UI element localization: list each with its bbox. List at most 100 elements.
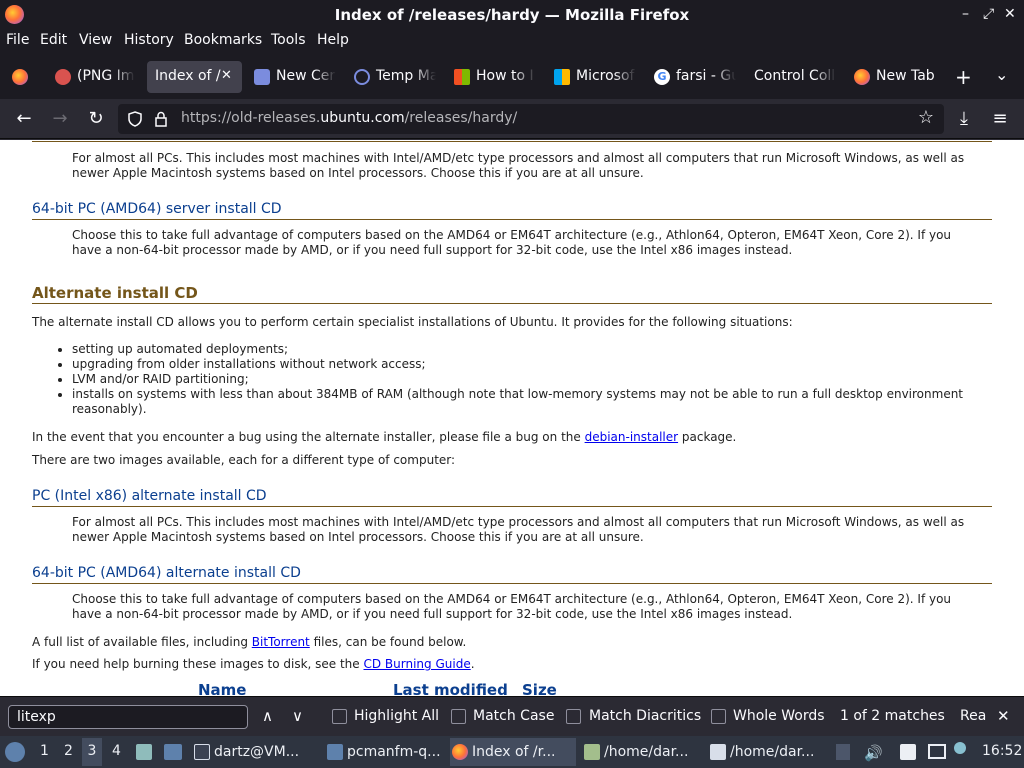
find-input[interactable] (8, 705, 248, 729)
list-item: upgrading from older installations witho… (72, 357, 972, 372)
puzzle-icon (254, 69, 270, 85)
taskbar-item-home-1[interactable]: /home/dar... (582, 738, 702, 766)
tab-control-coll[interactable]: Control Coll (754, 61, 836, 93)
match-diacritics-checkbox[interactable] (566, 709, 581, 724)
menu-bookmarks[interactable]: Bookmarks (184, 32, 262, 48)
list-item: setting up automated deployments; (72, 342, 972, 357)
forward-button[interactable]: → (48, 107, 72, 131)
shield-icon[interactable] (127, 111, 143, 127)
tab-temp-mail[interactable]: Temp Ma (354, 61, 436, 93)
bookmark-star-icon[interactable]: ☆ (918, 107, 934, 128)
find-bar: ∧ ∨ Highlight All Match Case Match Diacr… (0, 696, 1024, 736)
tab-label: Index of / (155, 68, 221, 84)
scroll-tray-icon[interactable] (836, 744, 850, 760)
column-header-name[interactable]: Name (198, 683, 246, 697)
column-header-last-modified[interactable]: Last modified (393, 683, 508, 697)
system-taskbar: 1 2 3 4 dartz@VM... pcmanfm-q... Index o… (0, 736, 1024, 768)
match-diacritics-label[interactable]: Match Diacritics (589, 708, 701, 724)
heading-alternate-install-cd: Alternate install CD (32, 286, 992, 304)
tab-microsoft[interactable]: Microsof (554, 61, 636, 93)
cd-burning-guide-link[interactable]: CD Burning Guide (364, 657, 471, 671)
folder-icon (327, 744, 343, 760)
navigation-bar: ← → ↻ https://old-releases.ubuntu.com/re… (0, 99, 1024, 139)
minimize-button[interactable]: – (962, 6, 969, 22)
bug-paragraph: In the event that you encounter a bug us… (32, 430, 737, 444)
firefox-view-icon (12, 69, 28, 85)
workspace-1[interactable]: 1 (40, 743, 49, 759)
link-amd64-server-cd[interactable]: 64-bit PC (AMD64) server install CD (32, 202, 992, 220)
menu-file[interactable]: File (6, 32, 29, 48)
url-bar[interactable]: https://old-releases.ubuntu.com/releases… (118, 104, 944, 134)
app-menu-button[interactable]: ≡ (988, 107, 1012, 131)
column-header-size[interactable]: Size (522, 683, 557, 697)
find-next-button[interactable]: ∨ (292, 707, 303, 725)
whole-words-checkbox[interactable] (711, 709, 726, 724)
full-list-paragraph: A full list of available files, includin… (32, 635, 467, 649)
new-tab-button[interactable]: + (955, 65, 972, 89)
network-icon[interactable] (928, 744, 946, 759)
text-editor-icon (710, 744, 726, 760)
link-x86-alternate-cd[interactable]: PC (Intel x86) alternate install CD (32, 489, 992, 507)
desc-x86-server: For almost all PCs. This includes most m… (72, 151, 965, 180)
tab-png-image[interactable]: (PNG Im (55, 61, 135, 93)
workspace-4[interactable]: 4 (112, 743, 121, 759)
url-text[interactable]: https://old-releases.ubuntu.com/releases… (181, 110, 517, 126)
taskbar-item-label: /home/dar... (730, 744, 815, 760)
highlight-all-label[interactable]: Highlight All (354, 708, 439, 724)
list-item: LVM and/or RAID partitioning; (72, 372, 972, 387)
lock-icon[interactable] (154, 111, 168, 127)
tab-farsi-google[interactable]: G farsi - Gu (654, 61, 736, 93)
whole-words-label[interactable]: Whole Words (733, 708, 825, 724)
show-desktop-icon[interactable] (164, 744, 182, 760)
find-reached-status: Rea (960, 708, 987, 724)
tab-new-tab[interactable]: New Tab (854, 61, 936, 93)
match-case-checkbox[interactable] (451, 709, 466, 724)
match-case-label[interactable]: Match Case (473, 708, 554, 724)
desc-amd64-server: Choose this to take full advantage of co… (72, 228, 952, 257)
link-amd64-alternate-cd[interactable]: 64-bit PC (AMD64) alternate install CD (32, 566, 992, 584)
desc-amd64-alternate: Choose this to take full advantage of co… (72, 592, 952, 621)
reload-button[interactable]: ↻ (84, 107, 108, 131)
bittorrent-link[interactable]: BitTorrent (252, 635, 310, 649)
notification-icon[interactable] (954, 742, 966, 754)
tab-new-cert[interactable]: New Cer (254, 61, 336, 93)
highlight-all-checkbox[interactable] (332, 709, 347, 724)
find-close-button[interactable]: ✕ (997, 707, 1010, 725)
downloads-button[interactable]: ⤓ (952, 107, 976, 131)
at-sign-icon (354, 69, 370, 85)
terminal-icon (194, 744, 210, 760)
list-all-tabs-button[interactable]: ⌄ (995, 65, 1008, 84)
taskbar-item-firefox[interactable]: Index of /r... (450, 738, 576, 766)
burn-paragraph: If you need help burning these images to… (32, 657, 475, 671)
menu-bar: File Edit View History Bookmarks Tools H… (0, 29, 1024, 53)
taskbar-item-pcmanfm[interactable]: pcmanfm-q... (325, 738, 445, 766)
clipboard-icon[interactable] (900, 744, 916, 760)
menu-help[interactable]: Help (317, 32, 349, 48)
volume-icon[interactable]: 🔊 (864, 744, 883, 762)
tab-index-hardy[interactable]: Index of / ✕ (147, 61, 242, 93)
close-window-button[interactable]: ✕ (1004, 6, 1016, 22)
taskbar-item-home-2[interactable]: /home/dar... (708, 738, 828, 766)
tab-close-icon[interactable]: ✕ (221, 68, 232, 83)
find-previous-button[interactable]: ∧ (262, 707, 273, 725)
tab-favicon-icon (55, 69, 71, 85)
debian-installer-link[interactable]: debian-installer (585, 430, 678, 444)
tab-how-to[interactable]: How to I (454, 61, 536, 93)
menu-tools[interactable]: Tools (271, 32, 306, 48)
list-item: installs on systems with less than about… (72, 387, 972, 417)
taskbar-item-terminal[interactable]: dartz@VM... (192, 738, 320, 766)
archive-icon (584, 744, 600, 760)
file-manager-launcher-icon[interactable] (136, 744, 152, 760)
menu-view[interactable]: View (79, 32, 112, 48)
workspace-3[interactable]: 3 (82, 738, 102, 766)
microsoft-icon (454, 69, 470, 85)
divider (32, 141, 992, 142)
firefox-view-tab[interactable] (10, 61, 32, 93)
back-button[interactable]: ← (12, 107, 36, 131)
maximize-button[interactable]: ⤢ (983, 6, 994, 22)
start-menu-icon[interactable] (5, 742, 25, 762)
workspace-2[interactable]: 2 (64, 743, 73, 759)
menu-edit[interactable]: Edit (40, 32, 67, 48)
taskbar-item-label: dartz@VM... (214, 744, 300, 760)
menu-history[interactable]: History (124, 32, 174, 48)
